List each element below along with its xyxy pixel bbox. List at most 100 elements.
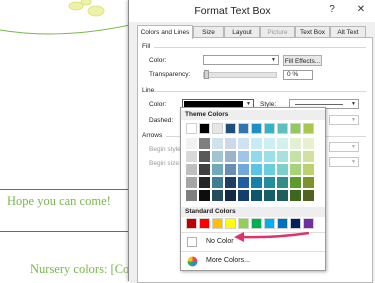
theme-color-shade-swatch[interactable]: [199, 190, 210, 201]
theme-color-shade-swatch[interactable]: [277, 177, 288, 188]
theme-color-shade-swatch[interactable]: [277, 190, 288, 201]
theme-color-shade-swatch[interactable]: [264, 164, 275, 175]
theme-color-shade-swatch[interactable]: [251, 164, 262, 175]
theme-color-shade-swatch[interactable]: [264, 138, 275, 149]
theme-color-shade-swatch[interactable]: [212, 164, 223, 175]
theme-color-shade-swatch[interactable]: [238, 138, 249, 149]
leaf-decoration-icon: [68, 0, 105, 17]
theme-color-shade-swatch[interactable]: [225, 164, 236, 175]
standard-color-swatch[interactable]: [277, 218, 288, 229]
theme-color-shade-swatch[interactable]: [290, 164, 301, 175]
theme-color-swatch[interactable]: [290, 123, 301, 134]
standard-colors-header: Standard Colors: [181, 207, 325, 217]
theme-color-shade-swatch[interactable]: [199, 177, 210, 188]
dialog-title: Format Text Box: [194, 5, 271, 17]
standard-color-swatch[interactable]: [186, 218, 197, 229]
theme-color-swatch[interactable]: [212, 123, 223, 134]
theme-color-shade-swatch[interactable]: [277, 151, 288, 162]
fill-color-label: Color:: [149, 57, 167, 64]
line-style-preview: [295, 104, 343, 105]
tab-colors-and-lines[interactable]: Colors and Lines: [137, 25, 193, 39]
theme-color-shade-swatch[interactable]: [251, 151, 262, 162]
theme-color-swatch[interactable]: [303, 123, 314, 134]
theme-color-shade-swatch[interactable]: [264, 190, 275, 201]
theme-color-swatch[interactable]: [186, 123, 197, 134]
begin-style-label: Begin style:: [149, 146, 183, 153]
theme-color-shade-swatch[interactable]: [199, 164, 210, 175]
theme-color-shade-swatch[interactable]: [186, 177, 197, 188]
fill-color-dropdown[interactable]: ▼: [203, 55, 279, 65]
theme-color-shade-swatch[interactable]: [290, 151, 301, 162]
chevron-down-icon: ▼: [351, 144, 356, 150]
end-size-dropdown[interactable]: ▼: [329, 157, 359, 167]
theme-color-shade-swatch[interactable]: [251, 138, 262, 149]
theme-color-shade-swatch[interactable]: [186, 138, 197, 149]
theme-color-shade-swatch[interactable]: [264, 177, 275, 188]
theme-color-swatch[interactable]: [277, 123, 288, 134]
theme-color-shade-swatch[interactable]: [277, 138, 288, 149]
theme-color-shade-swatch[interactable]: [212, 138, 223, 149]
theme-color-shade-swatch[interactable]: [264, 151, 275, 162]
theme-color-shade-swatch[interactable]: [238, 190, 249, 201]
theme-color-shade-swatch[interactable]: [225, 190, 236, 201]
horizontal-rule: [0, 231, 128, 232]
close-button[interactable]: ✕: [349, 2, 373, 18]
theme-color-shade-swatch[interactable]: [290, 190, 301, 201]
theme-color-shade-swatch[interactable]: [186, 151, 197, 162]
standard-color-swatch[interactable]: [225, 218, 236, 229]
color-palette-icon: [187, 256, 198, 267]
theme-color-shade-swatch[interactable]: [225, 151, 236, 162]
standard-color-swatch[interactable]: [212, 218, 223, 229]
theme-color-shade-swatch[interactable]: [238, 164, 249, 175]
theme-color-shade-swatch[interactable]: [303, 164, 314, 175]
arrows-section-label: Arrows: [142, 132, 163, 139]
theme-color-shade-swatch[interactable]: [303, 151, 314, 162]
theme-color-shade-swatch[interactable]: [238, 151, 249, 162]
begin-size-label: Begin size:: [149, 160, 181, 167]
no-color-label: No Color: [206, 238, 234, 245]
theme-color-swatch[interactable]: [251, 123, 262, 134]
standard-color-swatch[interactable]: [264, 218, 275, 229]
more-colors-option[interactable]: More Colors...: [181, 253, 325, 269]
theme-color-swatch[interactable]: [225, 123, 236, 134]
theme-color-shade-swatch[interactable]: [251, 190, 262, 201]
no-color-option[interactable]: No Color: [181, 234, 325, 250]
theme-color-shade-swatch[interactable]: [225, 177, 236, 188]
menu-divider: [181, 251, 325, 252]
theme-color-swatch[interactable]: [238, 123, 249, 134]
standard-color-swatch[interactable]: [238, 218, 249, 229]
theme-color-shade-swatch[interactable]: [290, 138, 301, 149]
fill-effects-button[interactable]: Fill Effects...: [283, 55, 322, 66]
dashed-dropdown-right[interactable]: ▼: [329, 115, 359, 125]
theme-color-shade-swatch[interactable]: [251, 177, 262, 188]
theme-color-shade-swatch[interactable]: [199, 151, 210, 162]
theme-color-shade-swatch[interactable]: [303, 138, 314, 149]
menu-divider: [181, 232, 325, 233]
theme-color-shade-swatch[interactable]: [212, 151, 223, 162]
theme-color-shade-swatch[interactable]: [277, 164, 288, 175]
standard-color-swatch[interactable]: [251, 218, 262, 229]
theme-color-shade-swatch[interactable]: [186, 164, 197, 175]
standard-color-swatch[interactable]: [290, 218, 301, 229]
transparency-slider-thumb[interactable]: [204, 70, 209, 79]
theme-color-shade-swatch[interactable]: [238, 177, 249, 188]
theme-color-shade-swatch[interactable]: [199, 138, 210, 149]
theme-color-shade-swatch[interactable]: [290, 177, 301, 188]
end-style-dropdown[interactable]: ▼: [329, 142, 359, 152]
theme-color-shade-swatch[interactable]: [212, 190, 223, 201]
transparency-slider[interactable]: [203, 72, 277, 78]
theme-color-shade-swatch[interactable]: [186, 190, 197, 201]
theme-color-shade-swatch[interactable]: [303, 190, 314, 201]
standard-color-swatch[interactable]: [199, 218, 210, 229]
chevron-down-icon: ▼: [351, 159, 356, 165]
theme-color-swatch[interactable]: [264, 123, 275, 134]
theme-color-shade-swatch[interactable]: [225, 138, 236, 149]
help-button[interactable]: ?: [322, 2, 342, 18]
title-bar: Format Text Box ? ✕: [129, 0, 375, 22]
transparency-input[interactable]: 0 %: [283, 70, 313, 80]
theme-color-shade-swatch[interactable]: [212, 177, 223, 188]
standard-color-swatch[interactable]: [303, 218, 314, 229]
theme-color-shade-swatch[interactable]: [303, 177, 314, 188]
section-divider: [154, 47, 366, 48]
theme-color-swatch[interactable]: [199, 123, 210, 134]
